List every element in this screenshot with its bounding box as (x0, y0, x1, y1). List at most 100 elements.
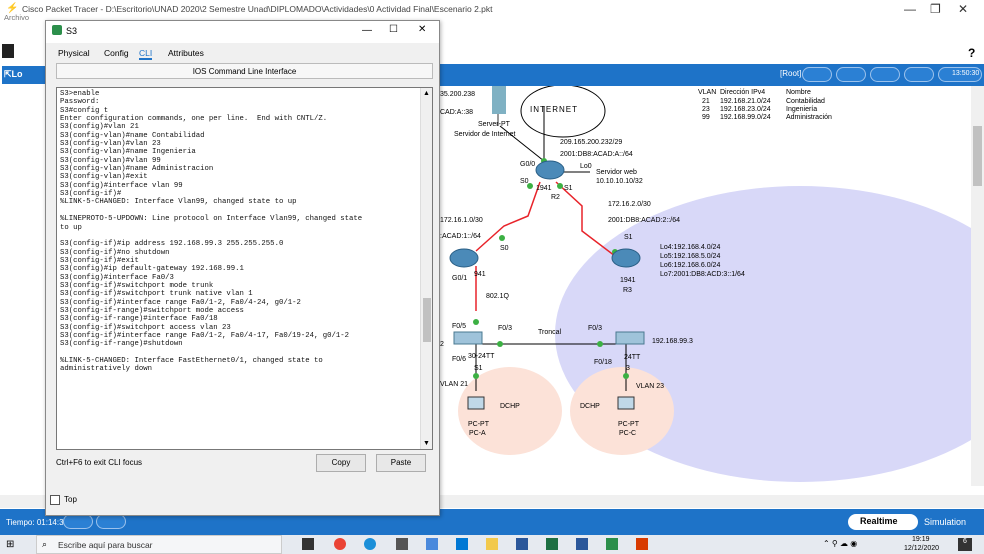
realtime-button[interactable]: Realtime (848, 514, 918, 530)
copy-button[interactable]: Copy (316, 454, 366, 472)
vlan-table-cell: 23 (702, 106, 710, 113)
r3-model: 1941 (620, 277, 636, 284)
cli-heading: IOS Command Line Interface (56, 63, 433, 79)
s0-r2-label: S0 (520, 178, 529, 185)
tab-cli[interactable]: CLI (139, 48, 153, 60)
dialog-tabs: Physical Config CLI Attributes (46, 43, 439, 61)
windows-start-icon[interactable]: ⊞ (6, 539, 14, 550)
internet-label: INTERNET (530, 105, 578, 114)
sim-time: Tiempo: 01:14:38 (6, 518, 68, 527)
excel-icon[interactable] (546, 538, 558, 550)
paste-button[interactable]: Paste (376, 454, 426, 472)
web-label: Servidor web (596, 169, 637, 176)
chrome-icon[interactable] (334, 538, 346, 550)
app-icon[interactable] (396, 538, 408, 550)
windows-taskbar: ⊞ ⌕ Escribe aquí para buscar ⌃ ⚲ ☁ ◉ 19:… (0, 535, 984, 554)
topology-diagram: 35.200.238 CAD:A::38 INTERNET Server-PT … (440, 86, 971, 482)
f018-label: F0/18 (594, 359, 612, 366)
dialog-maximize-button[interactable]: ☐ (389, 24, 398, 35)
tab-physical[interactable]: Physical (58, 48, 90, 58)
r2-router-icon[interactable] (535, 160, 565, 180)
pcc-icon[interactable] (617, 396, 635, 410)
menu-archivo[interactable]: Archivo (4, 13, 29, 22)
cli-console[interactable]: S3>enable Password: S3#config t Enter co… (56, 87, 433, 450)
r3-lo4: Lo4:192.168.4.0/24 (660, 244, 720, 251)
acrobat-icon[interactable] (636, 538, 648, 550)
word-icon[interactable] (576, 538, 588, 550)
notification-count[interactable]: 6 (958, 538, 972, 551)
power-cycle-button[interactable] (63, 514, 93, 529)
scroll-down-icon[interactable]: ▼ (423, 440, 430, 447)
scroll-up-icon[interactable]: ▲ (423, 90, 430, 97)
search-placeholder: Escribe aquí para buscar (58, 540, 153, 550)
f03a-label: F0/3 (498, 325, 512, 332)
maximize-button[interactable]: ❐ (930, 2, 941, 16)
root-label[interactable]: [Root] (780, 69, 801, 78)
s1-r2-label: S1 (564, 185, 573, 192)
top-label: Top (64, 495, 77, 504)
file-explorer-icon[interactable] (486, 538, 498, 550)
workspace-vertical-scrollbar[interactable] (971, 86, 984, 486)
fast-forward-button[interactable] (96, 514, 126, 529)
workspace-bar: [Root] 13:50:30 (440, 64, 984, 86)
cli-scrollbar[interactable]: ▲ ▼ (420, 88, 432, 449)
tab-attributes[interactable]: Attributes (168, 48, 204, 58)
r1r2-v6: :ACAD:1::/64 (440, 233, 481, 240)
help-icon[interactable]: ? (968, 46, 975, 60)
troncal-label: Troncal (538, 329, 562, 336)
r2-model: 1941 (536, 185, 552, 192)
close-button[interactable]: ✕ (958, 2, 968, 16)
server-label: Servidor de Internet (454, 131, 516, 138)
pca-icon[interactable] (467, 396, 485, 410)
r2-link-ip: 209.165.200.232/29 (560, 139, 622, 146)
edge-icon[interactable] (364, 538, 376, 550)
web-ip: 10.10.10.10/32 (596, 178, 643, 185)
r1r2-ip: 172.16.1.0/30 (440, 217, 483, 224)
dialog-close-button[interactable]: ✕ (418, 24, 426, 35)
tab-config[interactable]: Config (104, 48, 129, 58)
navigation-button[interactable] (836, 67, 866, 82)
minimize-button[interactable]: — (904, 2, 916, 16)
s3-name: 3 (626, 365, 630, 372)
dialog-titlebar: S3 — ☐ ✕ (46, 21, 439, 43)
tray-icons[interactable]: ⌃ ⚲ ☁ ◉ (823, 539, 857, 548)
cli-scroll-thumb[interactable] (423, 298, 431, 342)
server-icon[interactable] (492, 86, 506, 114)
mail-icon[interactable] (456, 538, 468, 550)
simulation-button[interactable]: Simulation (924, 517, 966, 527)
new-file-icon[interactable] (2, 44, 14, 58)
viewport-button[interactable] (904, 67, 934, 82)
f06-label: F0/6 (452, 356, 466, 363)
vlan23-area (570, 367, 674, 455)
vlan-table-cell: Ingeniería (786, 106, 817, 113)
top-checkbox[interactable] (50, 495, 60, 505)
server-name: Server-PT (478, 121, 511, 128)
r3-name: R3 (623, 287, 632, 294)
main-window-title: Cisco Packet Tracer - D:\Escritorio\UNAD… (22, 4, 493, 14)
r2-name: R2 (551, 194, 560, 201)
back-button[interactable] (802, 67, 832, 82)
r3-router-icon[interactable] (611, 248, 641, 268)
vlan21-label: VLAN 21 (440, 381, 468, 388)
dchp-2: DCHP (580, 403, 600, 410)
cli-focus-hint: Ctrl+F6 to exit CLI focus (56, 458, 143, 467)
store-icon[interactable] (426, 538, 438, 550)
vlan-table-h1: Dirección IPv4 (720, 89, 765, 96)
pcc-type: PC-PT (618, 421, 640, 428)
cli-output[interactable]: S3>enable Password: S3#config t Enter co… (60, 90, 418, 374)
packet-tracer-taskbar-icon[interactable] (606, 538, 618, 550)
s3-device-dialog: S3 — ☐ ✕ Physical Config CLI Attributes … (45, 20, 440, 516)
r1-router-icon[interactable] (449, 248, 479, 268)
dialog-minimize-button[interactable]: — (362, 25, 372, 36)
task-view-icon[interactable] (302, 538, 314, 550)
vlan-table-cell: 21 (702, 98, 710, 105)
r1-model: 941 (474, 271, 486, 278)
s1-switch-icon[interactable] (453, 331, 483, 345)
cluster-button[interactable] (870, 67, 900, 82)
logical-workspace[interactable]: 35.200.238 CAD:A::38 INTERNET Server-PT … (440, 86, 971, 486)
s3-switch-icon[interactable] (615, 331, 645, 345)
teams-icon[interactable] (516, 538, 528, 550)
r3-lo6: Lo6:192.168.6.0/24 (660, 262, 720, 269)
pca-name: PC-A (469, 430, 486, 437)
s3-model: 24TT (624, 354, 641, 361)
